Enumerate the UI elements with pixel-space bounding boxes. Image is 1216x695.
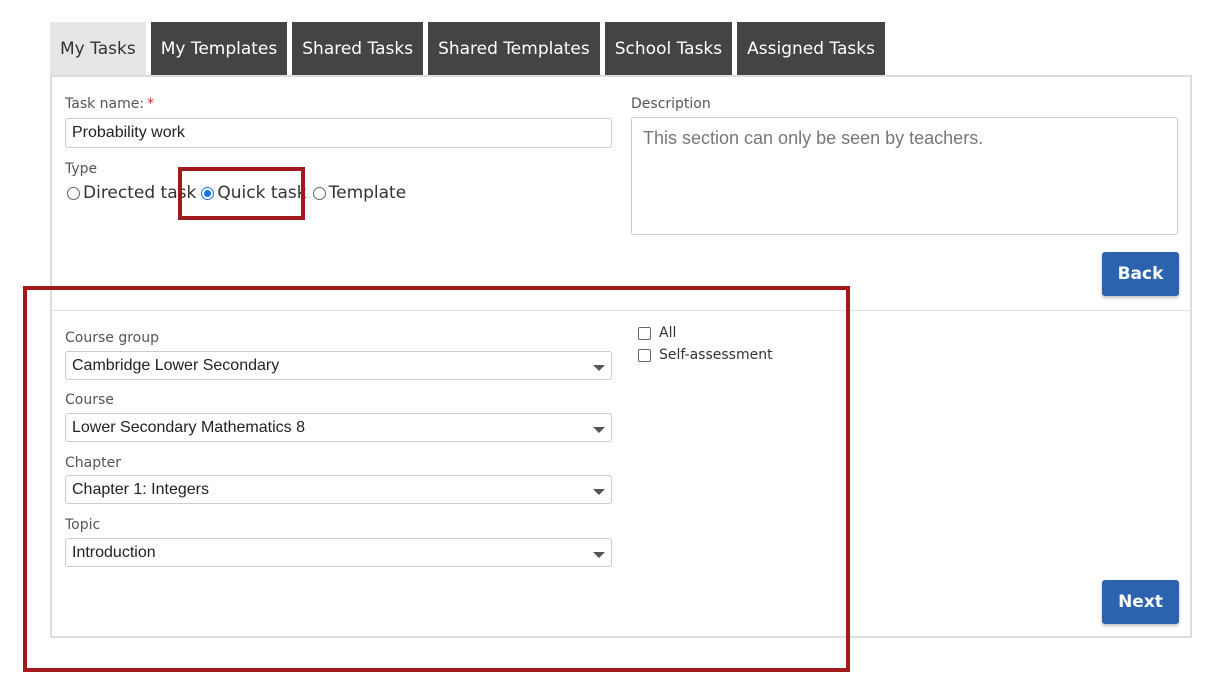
description-label: Description — [631, 96, 711, 112]
type-label: Type — [65, 161, 98, 177]
task-name-label-text: Task name: — [65, 96, 145, 112]
tab-assigned-tasks[interactable]: Assigned Tasks — [737, 22, 885, 76]
back-button[interactable]: Back — [1102, 252, 1179, 296]
quick-task-highlight-box — [178, 167, 305, 220]
tab-my-tasks[interactable]: My Tasks — [50, 22, 146, 76]
task-name-input[interactable]: Probability work — [65, 118, 612, 148]
task-name-label: Task name: * — [65, 96, 154, 112]
radio-directed-task[interactable] — [67, 186, 80, 200]
description-textarea[interactable]: This section can only be seen by teacher… — [631, 117, 1178, 235]
task-tabs: My Tasks My Templates Shared Tasks Share… — [50, 22, 890, 76]
filters-highlight-box — [23, 286, 850, 672]
next-button[interactable]: Next — [1102, 580, 1179, 624]
required-marker: * — [147, 96, 155, 112]
radio-template-label[interactable]: Template — [329, 183, 407, 203]
tab-shared-tasks[interactable]: Shared Tasks — [292, 22, 424, 76]
tab-my-templates[interactable]: My Templates — [150, 22, 288, 76]
tab-shared-templates[interactable]: Shared Templates — [428, 22, 600, 76]
radio-template[interactable] — [312, 186, 326, 200]
tab-school-tasks[interactable]: School Tasks — [604, 22, 733, 76]
